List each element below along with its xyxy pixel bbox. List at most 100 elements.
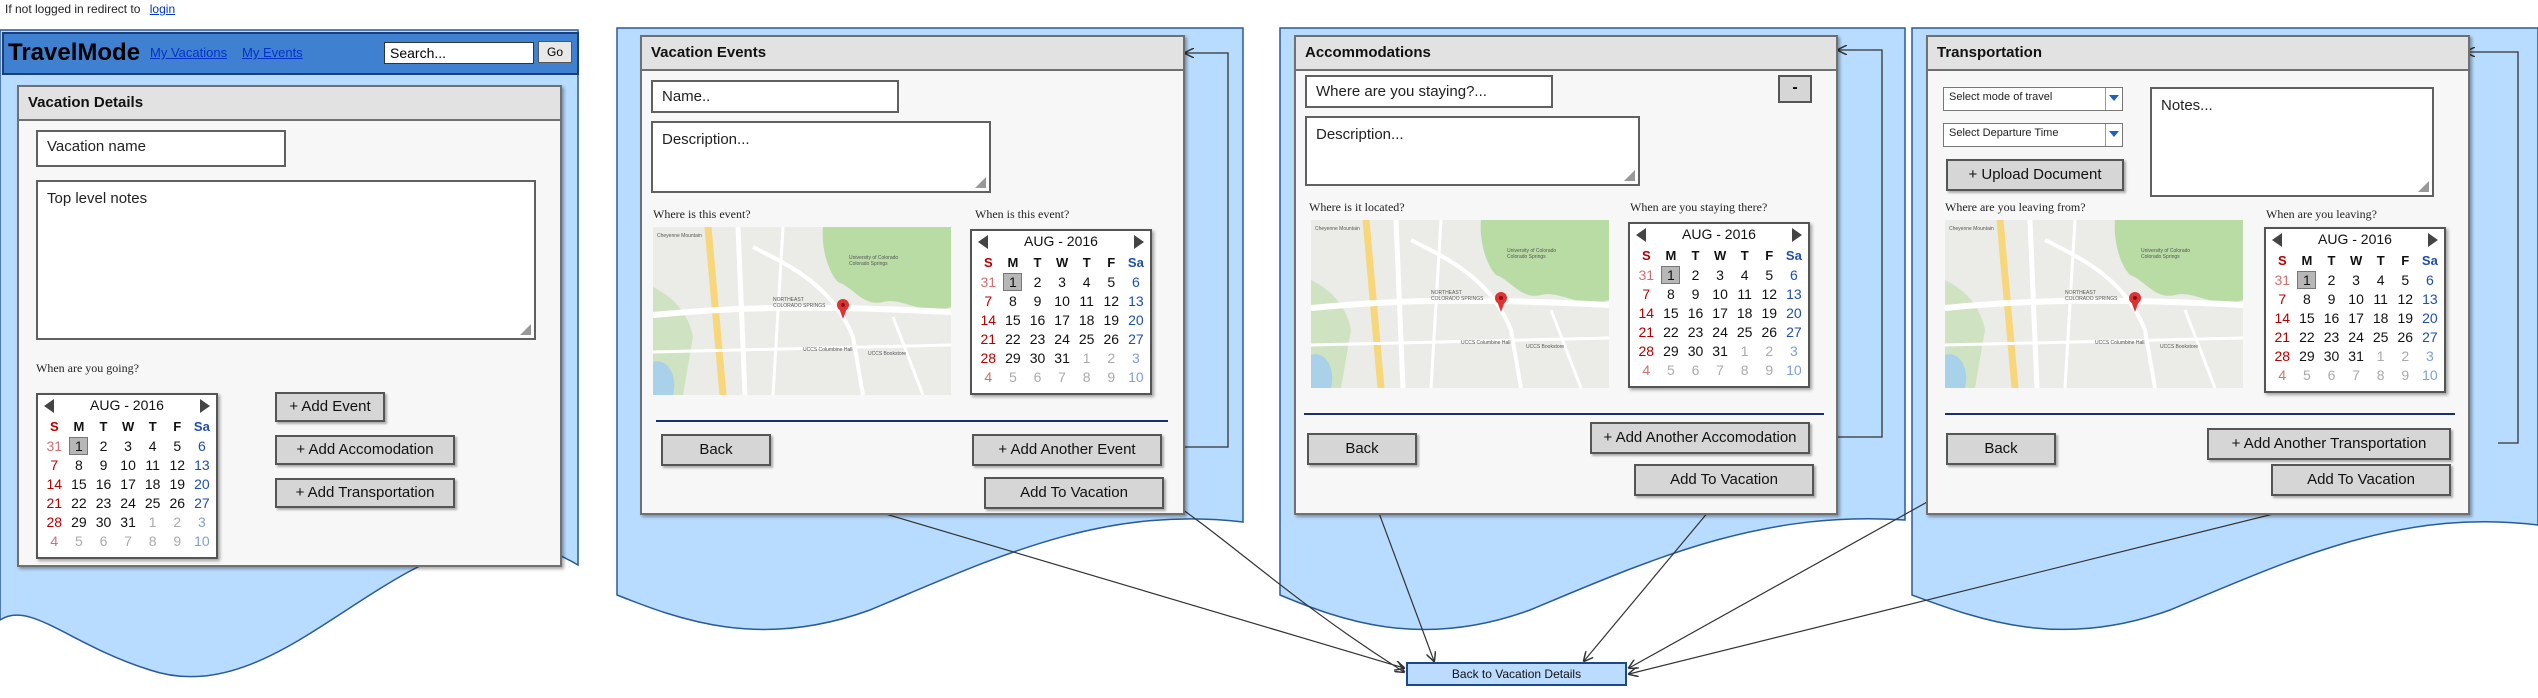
calendar-day[interactable]: 3	[1124, 348, 1149, 367]
calendar-day[interactable]: 11	[1732, 284, 1757, 303]
calendar-day[interactable]: 24	[116, 493, 141, 512]
event-location-map[interactable]: Cheyenne Mountain University of Colorado …	[653, 227, 951, 395]
calendar-day[interactable]: 22	[1001, 329, 1026, 348]
departure-time-select[interactable]: Select Departure Time	[1943, 123, 2123, 147]
calendar-day[interactable]: 24	[1050, 329, 1075, 348]
calendar-day[interactable]: 4	[1732, 265, 1757, 284]
where-staying-input[interactable]: Where are you staying?...	[1305, 75, 1553, 108]
calendar-day[interactable]: 16	[91, 474, 116, 493]
calendar-day[interactable]: 13	[1124, 291, 1149, 310]
calendar-day[interactable]: 27	[2418, 327, 2443, 346]
calendar-day[interactable]: 1	[1074, 348, 1099, 367]
resize-grip-icon[interactable]	[2418, 181, 2429, 192]
calendar-day[interactable]: 24	[1708, 322, 1733, 341]
calendar-day[interactable]: 9	[1025, 291, 1050, 310]
chevron-down-icon[interactable]	[2105, 88, 2122, 110]
add-transportation-button[interactable]: + Add Transportation	[275, 478, 455, 508]
calendar-day[interactable]: 15	[1659, 303, 1684, 322]
chevron-left-icon[interactable]	[978, 235, 988, 249]
travel-mode-select[interactable]: Select mode of travel	[1943, 87, 2123, 111]
calendar-day[interactable]: 5	[165, 436, 190, 455]
calendar-day[interactable]: 6	[190, 436, 215, 455]
calendar-day[interactable]: 1	[2295, 270, 2320, 289]
calendar-day[interactable]: 20	[1782, 303, 1807, 322]
calendar-day[interactable]: 5	[2393, 270, 2418, 289]
calendar-day[interactable]: 6	[1124, 272, 1149, 291]
calendar-day[interactable]: 4	[2270, 365, 2295, 384]
calendar-day[interactable]: 31	[2270, 270, 2295, 289]
calendar-day[interactable]: 3	[1050, 272, 1075, 291]
calendar-day[interactable]: 1	[67, 436, 92, 455]
calendar-day[interactable]: 19	[165, 474, 190, 493]
calendar-day[interactable]: 17	[1050, 310, 1075, 329]
calendar-day[interactable]: 21	[2270, 327, 2295, 346]
calendar-day[interactable]: 7	[1050, 367, 1075, 386]
calendar-day[interactable]: 30	[91, 512, 116, 531]
calendar-day[interactable]: 8	[1074, 367, 1099, 386]
calendar-day[interactable]: 15	[1001, 310, 1026, 329]
chevron-right-icon[interactable]	[200, 399, 210, 413]
add-accomodation-button[interactable]: + Add Accomodation	[275, 435, 455, 465]
chevron-down-icon[interactable]	[2105, 124, 2122, 146]
add-to-vacation-button[interactable]: Add To Vacation	[1634, 464, 1814, 496]
calendar-day[interactable]: 29	[1001, 348, 1026, 367]
calendar-day[interactable]: 4	[2368, 270, 2393, 289]
chevron-left-icon[interactable]	[1636, 228, 1646, 242]
calendar-day[interactable]: 3	[2344, 270, 2369, 289]
calendar-day[interactable]: 9	[1757, 360, 1782, 379]
calendar-day[interactable]: 14	[2270, 308, 2295, 327]
calendar-day[interactable]: 8	[1659, 284, 1684, 303]
calendar-day[interactable]: 15	[67, 474, 92, 493]
calendar-day[interactable]: 19	[1757, 303, 1782, 322]
calendar-day[interactable]: 21	[1634, 322, 1659, 341]
calendar-day[interactable]: 28	[2270, 346, 2295, 365]
back-button[interactable]: Back	[661, 434, 771, 466]
calendar-day[interactable]: 26	[1757, 322, 1782, 341]
calendar-day[interactable]: 12	[2393, 289, 2418, 308]
calendar-day[interactable]: 1	[1732, 341, 1757, 360]
calendar-day[interactable]: 20	[190, 474, 215, 493]
calendar-day[interactable]: 17	[1708, 303, 1733, 322]
calendar-day[interactable]: 9	[91, 455, 116, 474]
nav-my-events[interactable]: My Events	[242, 45, 303, 60]
calendar-day[interactable]: 2	[91, 436, 116, 455]
calendar-day[interactable]: 6	[1782, 265, 1807, 284]
calendar-day[interactable]: 28	[1634, 341, 1659, 360]
add-another-accomodation-button[interactable]: + Add Another Accomodation	[1590, 422, 1810, 454]
calendar-day[interactable]: 9	[2319, 289, 2344, 308]
calendar-day[interactable]: 16	[1025, 310, 1050, 329]
calendar-day[interactable]: 12	[1757, 284, 1782, 303]
calendar-day[interactable]: 26	[2393, 327, 2418, 346]
calendar-day[interactable]: 14	[1634, 303, 1659, 322]
calendar-day[interactable]: 30	[1683, 341, 1708, 360]
resize-grip-icon[interactable]	[975, 177, 986, 188]
calendar-day[interactable]: 25	[140, 493, 165, 512]
calendar-day[interactable]: 27	[190, 493, 215, 512]
nav-my-vacations[interactable]: My Vacations	[150, 45, 227, 60]
calendar-day[interactable]: 2	[1025, 272, 1050, 291]
chevron-right-icon[interactable]	[1134, 235, 1144, 249]
back-to-vacation-details-button[interactable]: Back to Vacation Details	[1406, 662, 1627, 686]
calendar-day[interactable]: 6	[1025, 367, 1050, 386]
upload-document-button[interactable]: + Upload Document	[1946, 159, 2124, 191]
vacation-name-input[interactable]: Vacation name	[36, 130, 286, 167]
calendar-day[interactable]: 6	[2418, 270, 2443, 289]
calendar-day[interactable]: 24	[2344, 327, 2369, 346]
calendar-day[interactable]: 18	[1732, 303, 1757, 322]
calendar-day[interactable]: 12	[165, 455, 190, 474]
calendar-day[interactable]: 28	[42, 512, 67, 531]
calendar-day[interactable]: 2	[1683, 265, 1708, 284]
calendar-day[interactable]: 31	[976, 272, 1001, 291]
calendar-day[interactable]: 18	[1074, 310, 1099, 329]
calendar-day[interactable]: 10	[1124, 367, 1149, 386]
calendar-day[interactable]: 5	[1099, 272, 1124, 291]
back-button[interactable]: Back	[1946, 433, 2056, 465]
transport-notes-textarea[interactable]: Notes...	[2150, 87, 2434, 197]
calendar-day[interactable]: 11	[1074, 291, 1099, 310]
calendar-day[interactable]: 10	[1050, 291, 1075, 310]
calendar-day[interactable]: 1	[1659, 265, 1684, 284]
calendar-day[interactable]: 25	[2368, 327, 2393, 346]
calendar-day[interactable]: 1	[2368, 346, 2393, 365]
calendar-day[interactable]: 18	[140, 474, 165, 493]
calendar-day[interactable]: 7	[2344, 365, 2369, 384]
